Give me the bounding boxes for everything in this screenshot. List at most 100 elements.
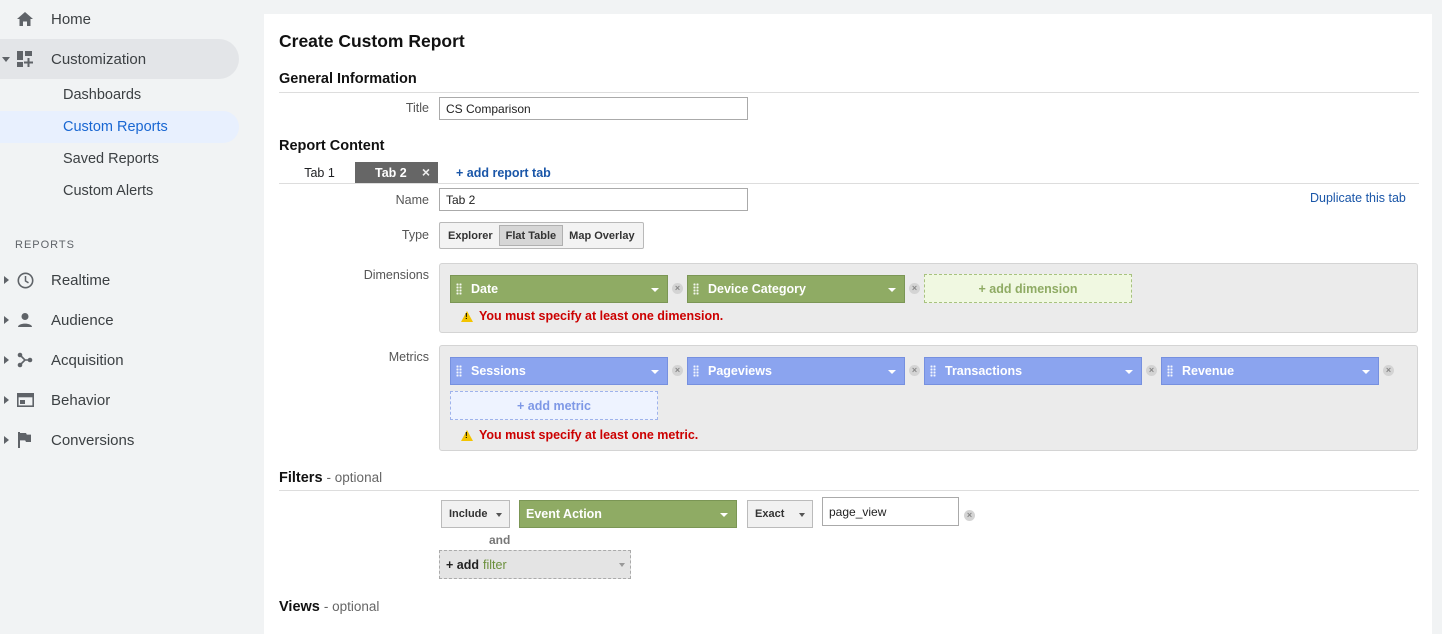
chevron-right-icon bbox=[4, 276, 9, 284]
metric-chip[interactable]: Transactions bbox=[924, 357, 1142, 385]
title-field[interactable] bbox=[439, 97, 748, 120]
chevron-down-icon bbox=[619, 563, 625, 567]
nav-conversions[interactable]: Conversions bbox=[0, 420, 239, 460]
dimension-chip[interactable]: Device Category bbox=[687, 275, 905, 303]
remove-icon[interactable]: × bbox=[672, 365, 683, 376]
sidebar: Home Customization Dashboards Custom Rep… bbox=[0, 0, 256, 618]
drag-handle-icon[interactable] bbox=[930, 365, 936, 377]
remove-icon[interactable]: × bbox=[1383, 365, 1394, 376]
chevron-right-icon bbox=[4, 396, 9, 404]
metric-name: Pageviews bbox=[708, 364, 772, 378]
dimension-error-text: You must specify at least one dimension. bbox=[479, 309, 724, 323]
sidebar-item-label: Saved Reports bbox=[63, 151, 159, 167]
metric-chip[interactable]: Sessions bbox=[450, 357, 668, 385]
warning-icon: ! bbox=[461, 429, 473, 441]
remove-icon[interactable]: × bbox=[672, 283, 683, 294]
remove-icon[interactable]: × bbox=[909, 283, 920, 294]
metric-error-text: You must specify at least one metric. bbox=[479, 428, 699, 442]
drag-handle-icon[interactable] bbox=[456, 283, 462, 295]
sidebar-item-custom-reports[interactable]: Custom Reports bbox=[0, 111, 239, 143]
nav-audience-label: Audience bbox=[51, 311, 114, 329]
divider bbox=[279, 490, 1419, 491]
add-report-tab-link[interactable]: + add report tab bbox=[456, 166, 551, 180]
nav-acquisition[interactable]: Acquisition bbox=[0, 340, 239, 380]
chevron-down-icon[interactable] bbox=[651, 288, 659, 292]
metric-chip[interactable]: Revenue bbox=[1161, 357, 1379, 385]
chevron-down-icon bbox=[2, 57, 10, 62]
dimension-chip[interactable]: Date bbox=[450, 275, 668, 303]
metric-chip[interactable]: Pageviews bbox=[687, 357, 905, 385]
divider bbox=[279, 183, 1419, 184]
reports-heading: REPORTS bbox=[15, 239, 75, 251]
and-label: and bbox=[489, 533, 511, 547]
duplicate-tab-link[interactable]: Duplicate this tab bbox=[1310, 191, 1406, 205]
filter-value-field[interactable] bbox=[822, 497, 959, 526]
nav-audience[interactable]: Audience bbox=[0, 300, 239, 340]
sidebar-item-label: Dashboards bbox=[63, 87, 142, 103]
type-explorer-button[interactable]: Explorer bbox=[442, 225, 499, 246]
dimensions-panel: Date × Device Category × + add dimension… bbox=[439, 263, 1418, 333]
drag-handle-icon[interactable] bbox=[1167, 365, 1173, 377]
warning-icon: ! bbox=[461, 310, 473, 322]
add-metric-button[interactable]: + add metric bbox=[450, 391, 658, 420]
type-map-overlay-button[interactable]: Map Overlay bbox=[563, 225, 640, 246]
add-filter-button[interactable]: + add filter bbox=[439, 550, 631, 579]
metrics-label: Metrics bbox=[388, 350, 429, 364]
views-heading: Views - optional bbox=[279, 599, 379, 615]
optional-text: - optional bbox=[326, 470, 383, 485]
chevron-down-icon[interactable] bbox=[1362, 370, 1370, 374]
sidebar-item-custom-alerts[interactable]: Custom Alerts bbox=[0, 175, 239, 207]
match-type-select[interactable]: Exact bbox=[747, 500, 813, 528]
sidebar-item-label: Custom Reports bbox=[63, 119, 168, 135]
nav-behavior-label: Behavior bbox=[51, 391, 111, 409]
type-label: Type bbox=[401, 228, 429, 242]
nav-customization-label: Customization bbox=[51, 50, 147, 68]
dimension-error: ! You must specify at least one dimensio… bbox=[461, 309, 723, 323]
metric-name: Sessions bbox=[471, 364, 526, 378]
remove-filter-icon[interactable]: × bbox=[964, 510, 975, 521]
sidebar-item-dashboards[interactable]: Dashboards bbox=[0, 79, 239, 111]
chevron-right-icon bbox=[4, 356, 9, 364]
metric-error: ! You must specify at least one metric. bbox=[461, 428, 698, 442]
nav-realtime[interactable]: Realtime bbox=[0, 260, 239, 300]
general-info-heading: General Information bbox=[279, 71, 417, 87]
add-dimension-button[interactable]: + add dimension bbox=[924, 274, 1132, 303]
chevron-right-icon bbox=[4, 436, 9, 444]
chevron-down-icon[interactable] bbox=[1125, 370, 1133, 374]
metric-name: Revenue bbox=[1182, 364, 1235, 378]
filters-title: Filters bbox=[279, 470, 323, 486]
main-panel: Create Custom Report General Information… bbox=[264, 14, 1432, 634]
remove-icon[interactable]: × bbox=[909, 365, 920, 376]
metrics-panel: Sessions × Pageviews × Transactions × Re… bbox=[439, 345, 1418, 451]
title-label: Title bbox=[405, 101, 429, 115]
report-content-heading: Report Content bbox=[279, 138, 385, 154]
drag-handle-icon[interactable] bbox=[693, 365, 699, 377]
drag-handle-icon[interactable] bbox=[456, 365, 462, 377]
chevron-down-icon bbox=[720, 513, 728, 517]
chevron-down-icon bbox=[799, 513, 805, 517]
tab-1[interactable]: Tab 1 bbox=[292, 162, 347, 183]
nav-home[interactable]: Home bbox=[0, 0, 239, 39]
match-type-value: Exact bbox=[755, 508, 785, 520]
include-value: Include bbox=[449, 508, 488, 520]
tab-2[interactable]: Tab 2 × bbox=[355, 162, 438, 183]
dimension-name: Date bbox=[471, 282, 499, 296]
type-flat-table-button[interactable]: Flat Table bbox=[498, 225, 564, 246]
chevron-down-icon[interactable] bbox=[888, 288, 896, 292]
filter-dimension-select[interactable]: Event Action bbox=[519, 500, 737, 528]
customization-icon bbox=[16, 50, 34, 68]
nav-customization[interactable]: Customization bbox=[0, 39, 239, 79]
sidebar-item-saved-reports[interactable]: Saved Reports bbox=[0, 143, 239, 175]
chevron-down-icon[interactable] bbox=[651, 370, 659, 374]
nav-behavior[interactable]: Behavior bbox=[0, 380, 239, 420]
behavior-icon bbox=[16, 391, 34, 409]
chevron-down-icon[interactable] bbox=[888, 370, 896, 374]
close-icon[interactable]: × bbox=[422, 164, 430, 180]
tab-name-field[interactable] bbox=[439, 188, 748, 211]
tab-label: Tab 2 bbox=[375, 165, 407, 180]
remove-icon[interactable]: × bbox=[1146, 365, 1157, 376]
include-select[interactable]: Include bbox=[441, 500, 510, 528]
drag-handle-icon[interactable] bbox=[693, 283, 699, 295]
nav-acquisition-label: Acquisition bbox=[51, 351, 124, 369]
page-title: Create Custom Report bbox=[279, 31, 465, 51]
